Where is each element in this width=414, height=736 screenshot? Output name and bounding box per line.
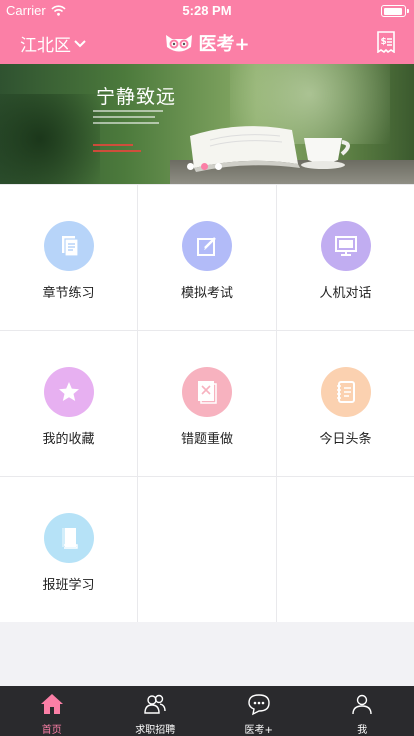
wrong-paper-icon <box>182 367 232 417</box>
owl-logo-icon <box>166 35 193 52</box>
grid-item-class-enroll[interactable]: 报班学习 <box>0 477 137 622</box>
app-brand: 医考+ <box>0 30 414 56</box>
header: Carrier 5:28 PM 江北区 医考+ $ <box>0 0 414 64</box>
tab-me[interactable]: 我 <box>311 686 414 736</box>
grid-item-label: 人机对话 <box>319 286 372 301</box>
notebook-icon <box>320 367 371 417</box>
carousel-dot[interactable] <box>187 163 194 170</box>
person-icon <box>352 694 372 715</box>
feature-grid: 章节练习 模拟考试 人机对话 我的收藏 错题重做 今日头条 报班学习 <box>0 184 414 622</box>
grid-item-headlines[interactable]: 今日头条 <box>277 331 414 476</box>
status-time: 5:28 PM <box>182 3 232 18</box>
invoice-icon[interactable]: $ <box>376 31 396 53</box>
grid-item-label: 今日头条 <box>319 432 372 447</box>
grid-item-label: 报班学习 <box>42 578 95 593</box>
tab-label: 求职招聘 <box>135 725 176 736</box>
tab-label: 我 <box>357 725 368 736</box>
chat-icon <box>248 694 270 716</box>
home-icon <box>40 694 63 714</box>
tab-label: 医考+ <box>244 725 273 736</box>
tab-label: 首页 <box>41 725 62 736</box>
grid-item-mock-exam[interactable]: 模拟考试 <box>138 185 276 330</box>
grid-item-label: 错题重做 <box>180 432 233 447</box>
grid-item-favorites[interactable]: 我的收藏 <box>0 331 137 476</box>
banner-text-lines <box>93 110 173 156</box>
tab-jobs[interactable]: 求职招聘 <box>104 686 208 736</box>
svg-text:$: $ <box>381 37 387 47</box>
grid-item-label: 模拟考试 <box>180 286 233 301</box>
grid-item-chapter-practice[interactable]: 章节练习 <box>0 185 137 330</box>
promo-banner[interactable]: 宁静致远 <box>0 64 414 184</box>
tab-home[interactable]: 首页 <box>0 686 104 736</box>
document-icon <box>43 221 94 271</box>
carousel-indicator[interactable] <box>187 163 222 170</box>
grid-item-wrong-questions[interactable]: 错题重做 <box>138 331 276 476</box>
carousel-dot-active[interactable] <box>201 163 208 170</box>
brand-title: 医考+ <box>198 34 250 55</box>
grid-item-label: 我的收藏 <box>42 432 95 447</box>
carousel-dot[interactable] <box>215 163 222 170</box>
grid-item-label: 章节练习 <box>42 286 95 301</box>
edit-icon <box>182 221 232 271</box>
star-icon <box>43 367 94 417</box>
grid-empty-cell <box>138 477 276 622</box>
banner-slogan: 宁静致远 <box>96 86 177 108</box>
monitor-icon <box>320 221 371 271</box>
nav-bar: 江北区 医考+ $ <box>0 22 414 64</box>
people-icon <box>144 694 166 714</box>
status-bar: Carrier 5:28 PM <box>0 0 414 22</box>
battery-icon <box>381 5 409 17</box>
tab-bar: 首页 求职招聘 医考+ 我 <box>0 686 414 736</box>
grid-item-dialogue[interactable]: 人机对话 <box>277 185 414 330</box>
grid-empty-cell <box>277 477 414 622</box>
book-icon <box>43 513 94 563</box>
tab-yikao-plus[interactable]: 医考+ <box>207 686 311 736</box>
